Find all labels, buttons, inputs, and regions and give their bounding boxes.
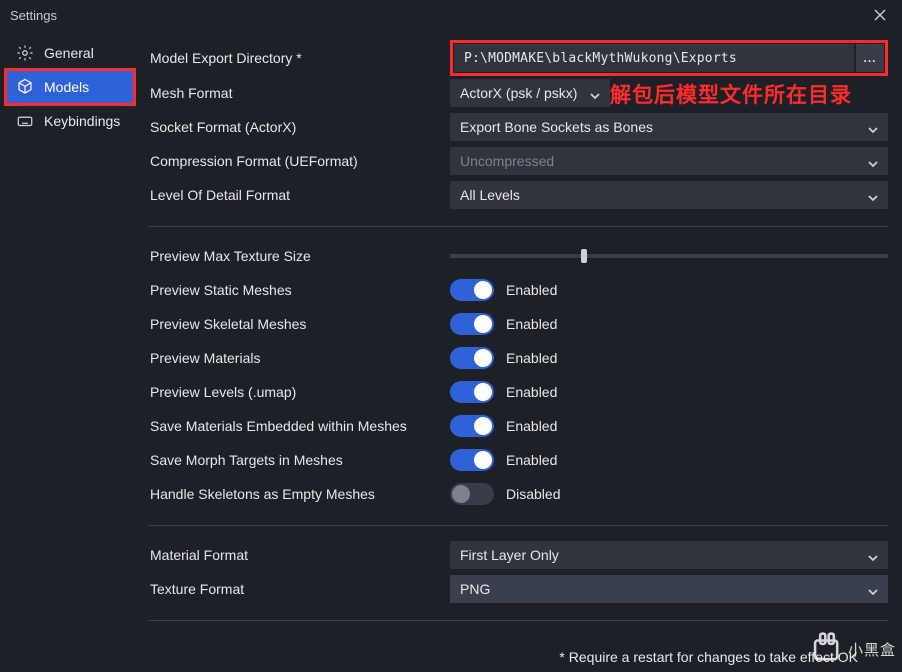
mesh-format-label: Mesh Format xyxy=(148,85,450,101)
toggle-knob xyxy=(474,417,492,435)
chevron-down-icon xyxy=(868,122,878,132)
chevron-down-icon xyxy=(868,584,878,594)
toggle-state-label: Enabled xyxy=(506,350,557,366)
lod-format-select[interactable]: All Levels xyxy=(450,181,888,209)
toggle-knob xyxy=(474,383,492,401)
preview-materials-toggle[interactable] xyxy=(450,347,494,369)
sidebar-item-label: Models xyxy=(44,79,89,95)
sidebar-item-models[interactable]: Models xyxy=(6,70,134,104)
material-format-value: First Layer Only xyxy=(460,547,559,563)
preview-skeletal-label: Preview Skeletal Meshes xyxy=(148,316,450,332)
mesh-format-value: ActorX (psk / pskx) xyxy=(460,85,577,101)
lod-format-value: All Levels xyxy=(460,187,520,203)
preview-levels-label: Preview Levels (.umap) xyxy=(148,384,450,400)
cube-icon xyxy=(16,78,34,96)
compression-value: Uncompressed xyxy=(460,153,554,169)
socket-format-select[interactable]: Export Bone Sockets as Bones xyxy=(450,113,888,141)
texture-format-select[interactable]: PNG xyxy=(450,575,888,603)
socket-format-label: Socket Format (ActorX) xyxy=(148,119,450,135)
save-morph-toggle[interactable] xyxy=(450,449,494,471)
settings-content: Model Export Directory * P:\MODMAKE\blac… xyxy=(140,30,902,672)
sidebar-item-keybindings[interactable]: Keybindings xyxy=(6,104,134,138)
preview-max-tex-label: Preview Max Texture Size xyxy=(148,248,450,264)
toggle-state-label: Enabled xyxy=(506,282,557,298)
toggle-knob xyxy=(474,315,492,333)
toggle-state-label: Disabled xyxy=(506,486,560,502)
handle-skeletons-toggle[interactable] xyxy=(450,483,494,505)
mesh-format-select[interactable]: ActorX (psk / pskx) xyxy=(450,79,610,107)
sidebar-item-label: General xyxy=(44,45,94,61)
export-dir-highlight: P:\MODMAKE\blackMythWukong\Exports ... xyxy=(450,40,888,76)
slider-thumb[interactable] xyxy=(581,249,587,263)
preview-static-toggle[interactable] xyxy=(450,279,494,301)
toggle-state-label: Enabled xyxy=(506,418,557,434)
keyboard-icon xyxy=(16,112,34,130)
texture-format-label: Texture Format xyxy=(148,581,450,597)
preview-levels-toggle[interactable] xyxy=(450,381,494,403)
watermark-icon xyxy=(810,632,844,666)
toggle-knob xyxy=(474,281,492,299)
socket-format-value: Export Bone Sockets as Bones xyxy=(460,119,653,135)
material-format-label: Material Format xyxy=(148,547,450,563)
chevron-down-icon xyxy=(868,156,878,166)
save-materials-label: Save Materials Embedded within Meshes xyxy=(148,418,450,434)
toggle-knob xyxy=(474,349,492,367)
footer-note: * Require a restart for changes to take … xyxy=(148,633,888,665)
sidebar: General Models Keybindings xyxy=(0,30,140,672)
preview-skeletal-toggle[interactable] xyxy=(450,313,494,335)
toggle-state-label: Enabled xyxy=(506,384,557,400)
divider xyxy=(148,525,888,526)
handle-skeletons-label: Handle Skeletons as Empty Meshes xyxy=(148,486,450,502)
preview-materials-label: Preview Materials xyxy=(148,350,450,366)
toggle-state-label: Enabled xyxy=(506,316,557,332)
export-dir-input[interactable]: P:\MODMAKE\blackMythWukong\Exports xyxy=(454,44,854,72)
texture-format-value: PNG xyxy=(460,581,490,597)
window-titlebar: Settings xyxy=(0,0,902,30)
save-morph-label: Save Morph Targets in Meshes xyxy=(148,452,450,468)
divider xyxy=(148,226,888,227)
close-button[interactable] xyxy=(866,1,894,29)
window-title: Settings xyxy=(10,8,57,23)
save-materials-toggle[interactable] xyxy=(450,415,494,437)
export-dir-label: Model Export Directory * xyxy=(148,50,450,66)
chevron-down-icon xyxy=(590,88,600,98)
watermark-text: 小黑盒 xyxy=(848,639,896,660)
sidebar-item-general[interactable]: General xyxy=(6,36,134,70)
chevron-down-icon xyxy=(868,550,878,560)
compression-select: Uncompressed xyxy=(450,147,888,175)
chevron-down-icon xyxy=(868,190,878,200)
annotation-text: 解包后模型文件所在目录 xyxy=(610,79,852,109)
browse-button[interactable]: ... xyxy=(856,44,884,72)
watermark: 小黑盒 xyxy=(810,632,896,666)
material-format-select[interactable]: First Layer Only xyxy=(450,541,888,569)
lod-format-label: Level Of Detail Format xyxy=(148,187,450,203)
compression-label: Compression Format (UEFormat) xyxy=(148,153,450,169)
toggle-state-label: Enabled xyxy=(506,452,557,468)
toggle-knob xyxy=(452,485,470,503)
toggle-knob xyxy=(474,451,492,469)
gear-icon xyxy=(16,44,34,62)
divider xyxy=(148,620,888,621)
close-icon xyxy=(873,8,887,22)
preview-static-label: Preview Static Meshes xyxy=(148,282,450,298)
texture-size-slider[interactable] xyxy=(450,254,888,258)
sidebar-item-label: Keybindings xyxy=(44,113,120,129)
